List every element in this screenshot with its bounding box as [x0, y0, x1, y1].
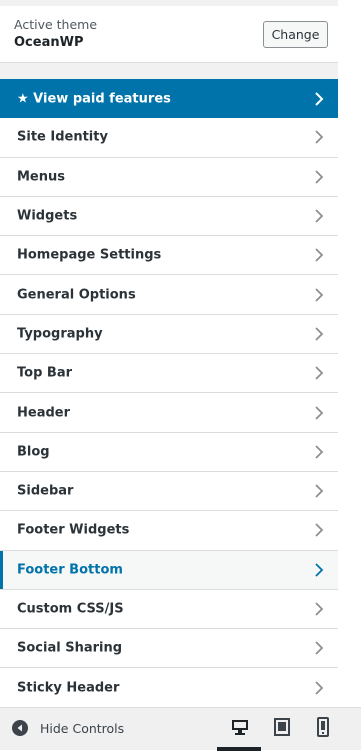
- menu-item-typography[interactable]: Typography: [0, 314, 338, 355]
- chevron-right-icon: [315, 366, 324, 380]
- active-theme-box: Active theme OceanWP Change: [0, 6, 338, 63]
- menu-item-menus[interactable]: Menus: [0, 157, 338, 197]
- chevron-right-icon: [315, 287, 324, 302]
- menu-item-label: Homepage Settings: [17, 247, 162, 263]
- chevron-right-icon: [315, 405, 324, 420]
- customizer-menu: ★ View paid features Site Identity Menus…: [0, 79, 338, 708]
- menu-item-label: Footer Bottom: [17, 562, 123, 578]
- chevron-right-icon: [315, 563, 324, 577]
- menu-item-sidebar[interactable]: Sidebar: [0, 471, 338, 512]
- chevron-right-icon: [315, 445, 324, 459]
- view-paid-features-item[interactable]: ★ View paid features: [0, 79, 338, 119]
- preview-gutter: [338, 0, 361, 750]
- menu-item-general-options[interactable]: General Options: [0, 275, 338, 315]
- menu-item-label: Social Sharing: [17, 640, 123, 656]
- menu-item-header[interactable]: Header: [0, 393, 338, 433]
- menu-item-label: Footer Widgets: [17, 522, 130, 538]
- menu-item-blog[interactable]: Blog: [0, 432, 338, 472]
- chevron-right-icon: [315, 209, 324, 223]
- menu-item-footer-bottom[interactable]: Footer Bottom: [0, 550, 338, 590]
- menu-item-label: Menus: [17, 169, 66, 185]
- view-paid-features-label: ★ View paid features: [17, 91, 171, 107]
- menu-item-label: Top Bar: [17, 365, 72, 381]
- tablet-icon[interactable]: [272, 717, 292, 737]
- chevron-right-icon: [315, 602, 324, 616]
- customizer-panel: Active theme OceanWP Change ★ View paid …: [0, 0, 338, 750]
- customizer-footer: Hide Controls: [0, 707, 361, 751]
- menu-item-label: Typography: [17, 326, 103, 342]
- menu-item-label: Site Identity: [17, 129, 108, 145]
- chevron-right-icon: [315, 641, 324, 655]
- chevron-right-icon: [315, 130, 324, 145]
- menu-item-label: Widgets: [17, 208, 78, 224]
- menu-item-widgets[interactable]: Widgets: [0, 196, 338, 237]
- arrow-left-circle-icon: [12, 720, 28, 736]
- chevron-right-icon: [315, 170, 324, 184]
- chevron-right-icon: [315, 91, 324, 106]
- desktop-icon[interactable]: [230, 717, 250, 737]
- menu-item-social-sharing[interactable]: Social Sharing: [0, 629, 338, 669]
- chevron-right-icon: [315, 248, 324, 262]
- menu-item-label: Sticky Header: [17, 680, 120, 696]
- selected-device-indicator: [217, 747, 261, 751]
- chevron-right-icon: [315, 523, 324, 538]
- menu-item-sticky-header[interactable]: Sticky Header: [0, 668, 338, 708]
- chevron-right-icon: [315, 327, 324, 341]
- menu-item-label: Header: [17, 405, 71, 421]
- menu-item-footer-widgets[interactable]: Footer Widgets: [0, 511, 338, 551]
- hide-controls-label: Hide Controls: [40, 720, 125, 736]
- mobile-icon[interactable]: [313, 717, 333, 737]
- active-theme-label: Active theme: [14, 17, 98, 32]
- menu-item-top-bar[interactable]: Top Bar: [0, 354, 338, 394]
- menu-item-custom-css-js[interactable]: Custom CSS/JS: [0, 589, 338, 630]
- chevron-right-icon: [315, 484, 324, 498]
- hide-controls-button[interactable]: Hide Controls: [12, 720, 124, 736]
- chevron-right-icon: [315, 680, 324, 695]
- menu-item-homepage-settings[interactable]: Homepage Settings: [0, 236, 338, 276]
- menu-item-label: Sidebar: [17, 483, 74, 499]
- menu-item-label: Blog: [17, 444, 50, 460]
- menu-item-label: General Options: [17, 287, 136, 303]
- change-theme-button[interactable]: Change: [263, 21, 328, 48]
- menu-item-label: Custom CSS/JS: [17, 601, 124, 617]
- menu-item-site-identity[interactable]: Site Identity: [0, 118, 338, 158]
- active-theme-name: OceanWP: [14, 35, 84, 50]
